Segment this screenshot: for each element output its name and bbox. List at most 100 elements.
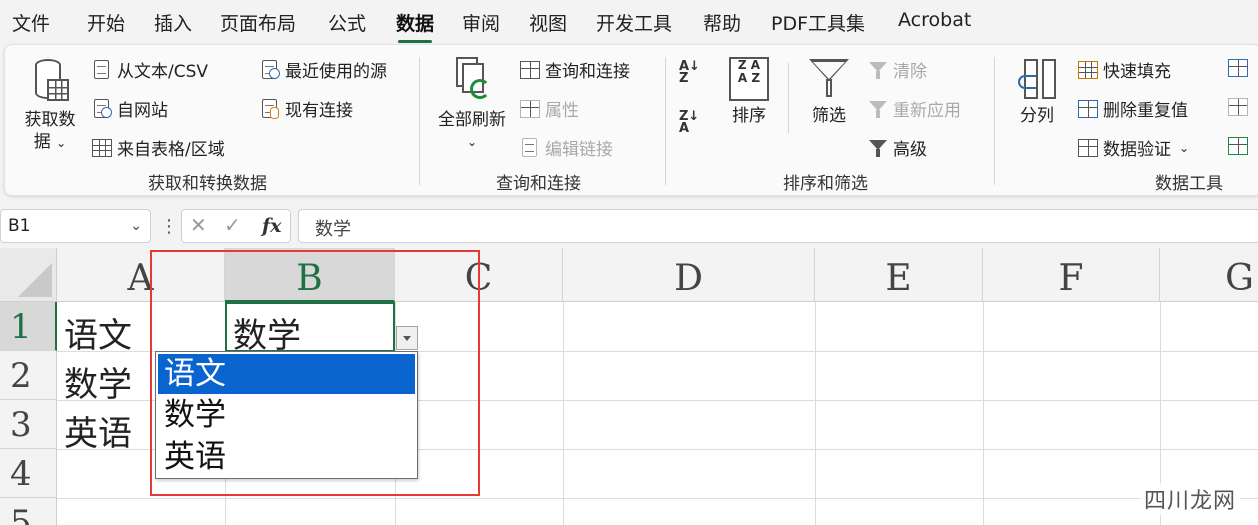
flash-fill-label: 快速填充 (1103, 62, 1171, 82)
annotation-highlight-box (150, 250, 480, 496)
column-header-g[interactable]: G (1160, 248, 1258, 302)
select-all-corner[interactable] (0, 248, 57, 302)
cancel-icon[interactable]: ✕ (190, 213, 207, 237)
from-text-csv-label: 从文本/CSV (117, 62, 209, 82)
confirm-icon[interactable]: ✓ (224, 213, 241, 237)
tab-acrobat[interactable]: Acrobat (898, 9, 971, 31)
tab-formulas[interactable]: 公式 (328, 9, 366, 36)
consolidate-button[interactable] (1227, 57, 1253, 79)
data-validation-label: 数据验证 (1103, 140, 1171, 160)
chevron-down-icon[interactable]: ⌄ (130, 218, 142, 234)
data-validation-icon (1077, 137, 1099, 159)
remove-duplicates-button[interactable]: 删除重复值 (1077, 96, 1188, 121)
existing-connections-icon (259, 98, 281, 120)
ribbon: 获取数 据 ⌄ 从文本/CSV 自网站 来自表格/区域 最近使用的源 现有连接 … (4, 44, 1258, 196)
text-to-columns-button[interactable]: 分列 (1011, 57, 1063, 127)
filter-label: 筛选 (812, 106, 846, 126)
cell-a2[interactable]: 数学 (64, 357, 132, 406)
refresh-all-button[interactable]: 全部刷新 ⌄ (431, 57, 513, 153)
name-box[interactable]: B1 ⌄ (0, 209, 151, 243)
sort-descending-button[interactable]: Z↓ A (679, 109, 700, 136)
tab-home[interactable]: 开始 (87, 9, 125, 36)
gridline (983, 302, 984, 525)
tab-view[interactable]: 视图 (529, 9, 567, 36)
cell-a3[interactable]: 英语 (64, 406, 132, 455)
queries-connections-button[interactable]: 查询和连接 (519, 57, 630, 82)
name-box-value: B1 (8, 216, 31, 236)
queries-connections-icon (519, 59, 541, 81)
data-validation-button[interactable]: 数据验证 ⌄ (1077, 135, 1189, 160)
text-file-icon (91, 59, 113, 81)
group-label-data-tools: 数据工具 (1155, 174, 1223, 194)
reapply-filter-label: 重新应用 (893, 101, 961, 121)
recent-sources-button[interactable]: 最近使用的源 (259, 57, 387, 82)
sort-ascending-button[interactable]: A↓ Z (679, 60, 700, 85)
row-header-2[interactable]: 2 (0, 351, 57, 400)
row-header-1[interactable]: 1 (0, 302, 57, 351)
edit-links-icon (519, 137, 541, 159)
worksheet-grid[interactable]: A B C D E F G 1 2 3 4 5 语文 数学 英语 数学 语文 数… (0, 248, 1258, 525)
advanced-filter-label: 高级 (893, 140, 927, 160)
column-header-d[interactable]: D (563, 248, 815, 302)
web-icon (91, 98, 113, 120)
group-separator (788, 63, 789, 133)
tab-developer[interactable]: 开发工具 (596, 9, 672, 36)
existing-connections-label: 现有连接 (285, 101, 353, 121)
existing-connections-button[interactable]: 现有连接 (259, 96, 353, 121)
gridline (563, 302, 564, 525)
formula-input[interactable]: 数学 (298, 209, 1258, 243)
relationships-button[interactable] (1227, 96, 1253, 118)
filter-icon (808, 57, 850, 101)
clear-filter-button[interactable]: 清除 (867, 57, 927, 82)
advanced-filter-icon (867, 137, 889, 159)
chevron-down-icon: ⌄ (1179, 140, 1190, 155)
properties-label: 属性 (545, 101, 579, 121)
chevron-down-icon: ⌄ (56, 136, 67, 150)
cell-a1[interactable]: 语文 (64, 308, 132, 357)
advanced-filter-button[interactable]: 高级 (867, 135, 927, 160)
remove-duplicates-icon (1077, 98, 1099, 120)
more-options-icon[interactable]: ⋮ (160, 216, 178, 237)
column-header-e[interactable]: E (815, 248, 983, 302)
group-separator (665, 57, 666, 185)
text-to-columns-label: 分列 (1020, 106, 1054, 126)
sort-za-icon: Z↓ A (679, 109, 700, 136)
remove-duplicates-label: 删除重复值 (1103, 101, 1188, 121)
sort-icon: Z AA Z (729, 57, 769, 101)
tab-file[interactable]: 文件 (12, 9, 50, 36)
table-range-icon (91, 137, 113, 159)
tab-page-layout[interactable]: 页面布局 (220, 9, 296, 36)
get-data-button[interactable]: 获取数 据 ⌄ (17, 57, 83, 154)
get-data-label-2: 据 (33, 132, 51, 152)
tab-insert[interactable]: 插入 (154, 9, 192, 36)
column-header-f[interactable]: F (983, 248, 1160, 302)
clear-filter-label: 清除 (893, 62, 927, 82)
text-to-columns-icon (1016, 57, 1058, 101)
group-label-queries: 查询和连接 (496, 174, 581, 194)
edit-links-button[interactable]: 编辑链接 (519, 135, 613, 160)
flash-fill-button[interactable]: 快速填充 (1077, 57, 1171, 82)
tab-help[interactable]: 帮助 (703, 9, 741, 36)
tab-review[interactable]: 审阅 (462, 9, 500, 36)
from-web-button[interactable]: 自网站 (91, 96, 168, 121)
database-icon (31, 57, 69, 105)
recent-sources-icon (259, 59, 281, 81)
sort-button[interactable]: Z AA Z 排序 (723, 57, 775, 127)
insert-function-icon[interactable]: fx (262, 215, 282, 237)
data-model-icon (1227, 135, 1249, 157)
menu-bar: 文件 开始 插入 页面布局 公式 数据 审阅 视图 开发工具 帮助 PDF工具集… (0, 0, 1258, 44)
edit-links-label: 编辑链接 (545, 140, 613, 160)
filter-button[interactable]: 筛选 (803, 57, 855, 127)
properties-button[interactable]: 属性 (519, 96, 579, 121)
from-text-csv-button[interactable]: 从文本/CSV (91, 57, 208, 82)
tab-pdf-tools[interactable]: PDF工具集 (771, 9, 865, 36)
formula-bar: B1 ⌄ ⋮ ✕ ✓ fx 数学 (0, 204, 1258, 248)
data-model-button[interactable] (1227, 135, 1253, 157)
row-header-5[interactable]: 5 (0, 498, 57, 525)
tab-data[interactable]: 数据 (396, 9, 434, 43)
row-header-4[interactable]: 4 (0, 449, 57, 498)
reapply-filter-button[interactable]: 重新应用 (867, 96, 961, 121)
group-label-get-transform: 获取和转换数据 (148, 174, 267, 194)
from-table-range-button[interactable]: 来自表格/区域 (91, 135, 225, 160)
row-header-3[interactable]: 3 (0, 400, 57, 449)
